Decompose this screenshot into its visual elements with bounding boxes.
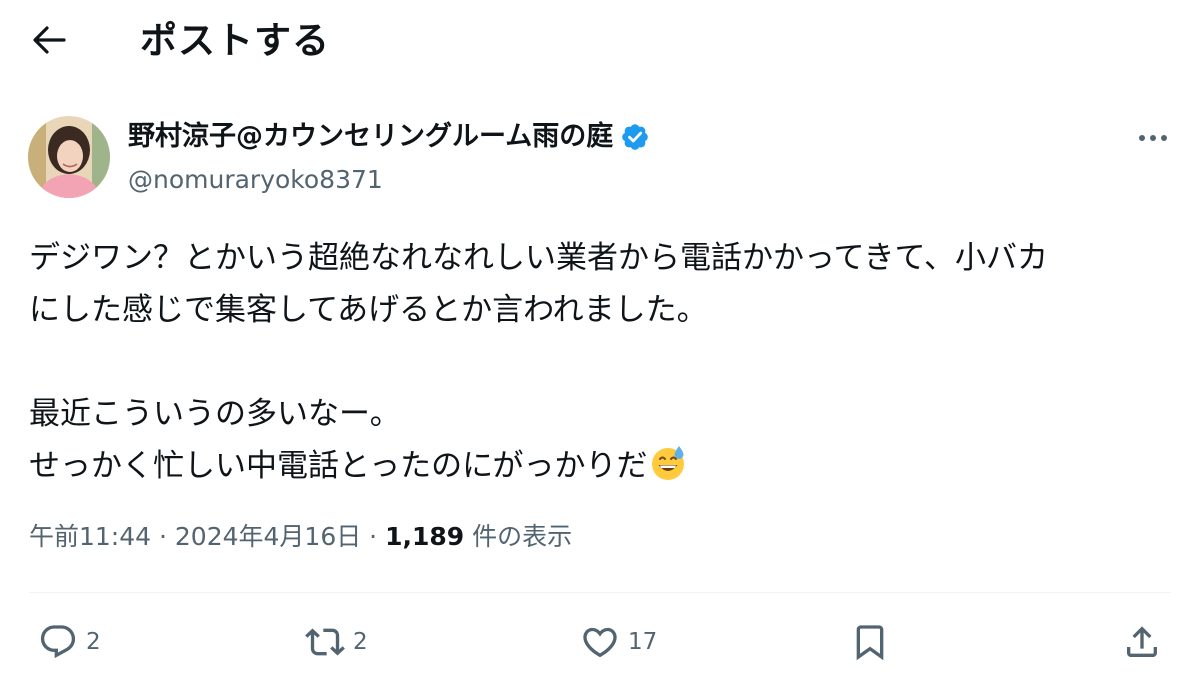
arrow-left-icon [33, 26, 66, 54]
post-line: 最近こういうの多いなー。 [29, 396, 401, 432]
views-label: 件の表示 [464, 522, 573, 551]
verified-badge-icon [620, 122, 650, 152]
post-line: にした感じで集客してあげるとか言われました。 [29, 292, 708, 328]
divider [29, 592, 1171, 593]
more-options-button[interactable] [1124, 118, 1182, 158]
post-time[interactable]: 午前11:44 [29, 522, 151, 551]
page-header: ポストする [0, 0, 1200, 84]
meta-separator: · [151, 522, 175, 551]
author-name[interactable]: 野村涼子@カウンセリングルーム雨の庭 [128, 119, 650, 155]
meta-separator: · [361, 522, 386, 551]
author-display-name: 野村涼子@カウンセリングルーム雨の庭 [128, 121, 614, 152]
repost-count: 2 [353, 629, 368, 655]
bookmark-button[interactable] [850, 618, 890, 666]
like-button[interactable]: 17 [580, 618, 657, 666]
like-count: 17 [628, 629, 658, 655]
avatar-image [28, 116, 110, 198]
page-title: ポストする [140, 19, 330, 62]
post-line: デジワン？とかいう超絶なれなれしい業者から電話かかってきて、小バカ [29, 240, 1048, 276]
post-text: デジワン？とかいう超絶なれなれしい業者から電話かかってきて、小バカ にした感じで… [29, 232, 1179, 498]
heart-icon [583, 627, 617, 658]
post-date[interactable]: 2024年4月16日 [175, 522, 361, 551]
post-line: せっかく忙しい中電話とったのにがっかりだ [29, 448, 648, 484]
back-button[interactable] [22, 18, 76, 62]
more-horizontal-icon [1139, 135, 1167, 141]
share-button[interactable] [1122, 618, 1162, 666]
reply-icon [40, 625, 76, 659]
views-count: 1,189 [385, 522, 465, 551]
repost-button[interactable]: 2 [305, 618, 368, 666]
avatar[interactable] [28, 116, 110, 198]
reply-count: 2 [86, 629, 101, 655]
reply-button[interactable]: 2 [38, 618, 101, 666]
author-handle[interactable]: @nomuraryoko8371 [128, 163, 383, 197]
post-meta: 午前11:44 · 2024年4月16日 · 1,189 件の表示 [29, 517, 572, 557]
grinning-face-with-sweat-icon [649, 444, 687, 498]
bookmark-icon [856, 625, 884, 661]
repost-icon [305, 628, 345, 656]
share-icon [1127, 626, 1157, 657]
